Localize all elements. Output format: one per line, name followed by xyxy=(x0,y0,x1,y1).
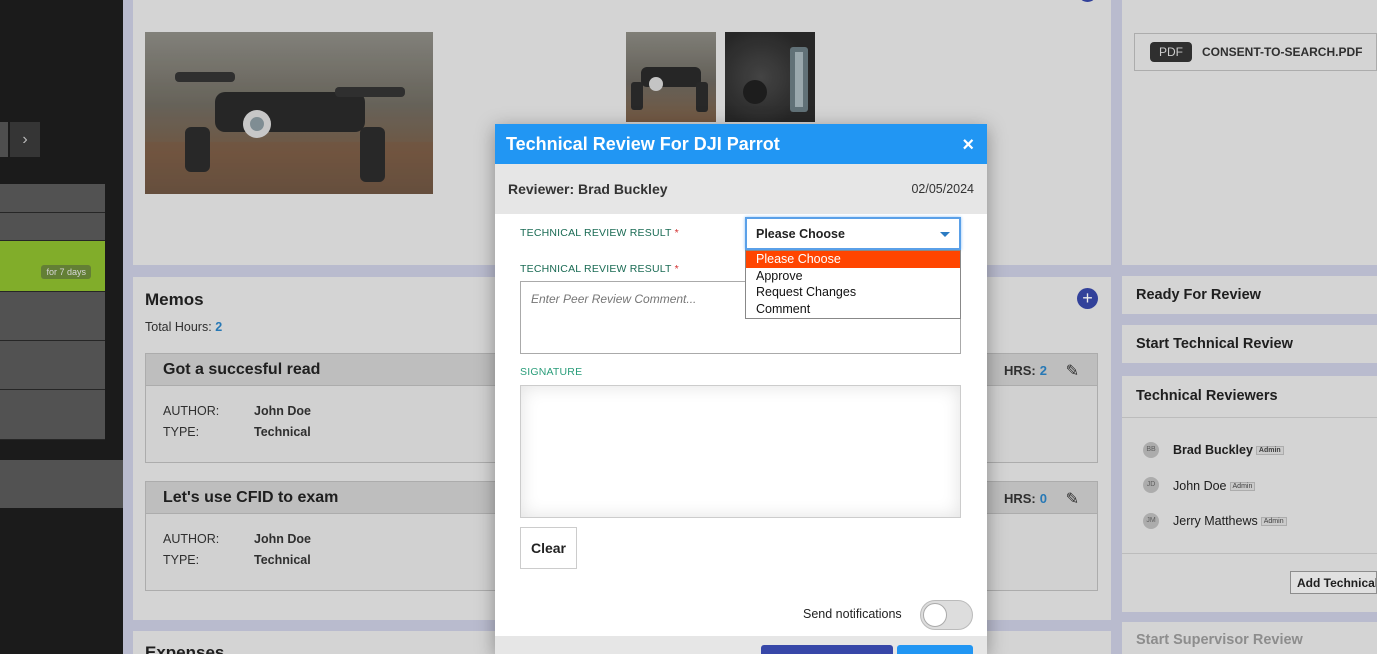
required-mark: * xyxy=(674,227,679,239)
caret-down-icon xyxy=(940,232,950,237)
reviewer-name: Reviewer: Brad Buckley xyxy=(508,181,668,197)
signature-label: SIGNATURE xyxy=(520,366,583,378)
select-value: Please Choose xyxy=(756,227,845,241)
modal-title: Technical Review For DJI Parrot xyxy=(506,134,780,154)
toggle-knob xyxy=(923,603,947,627)
clear-signature-button[interactable]: Clear xyxy=(520,527,577,569)
option-please-choose[interactable]: Please Choose xyxy=(746,251,960,268)
close-icon[interactable]: × xyxy=(962,134,974,156)
result-label-text: TECHNICAL REVIEW RESULT xyxy=(520,227,672,239)
required-mark: * xyxy=(674,263,679,275)
review-result-select[interactable]: Please Choose xyxy=(745,217,961,250)
send-notifications-label: Send notifications xyxy=(803,607,902,621)
send-notifications-toggle[interactable] xyxy=(920,600,973,630)
comment-field-label: TECHNICAL REVIEW RESULT * xyxy=(520,263,679,275)
comment-label-text: TECHNICAL REVIEW RESULT xyxy=(520,263,672,275)
secondary-button[interactable] xyxy=(897,645,973,654)
option-request-changes[interactable]: Request Changes xyxy=(746,284,960,301)
option-approve[interactable]: Approve xyxy=(746,268,960,285)
modal-footer xyxy=(495,636,987,654)
review-result-dropdown: Please Choose Approve Request Changes Co… xyxy=(745,250,961,319)
reviewer-bar: Reviewer: Brad Buckley 02/05/2024 xyxy=(495,164,987,214)
submit-button[interactable] xyxy=(761,645,893,654)
result-field-label: TECHNICAL REVIEW RESULT * xyxy=(520,227,679,239)
modal-header: Technical Review For DJI Parrot × xyxy=(495,124,987,164)
option-comment[interactable]: Comment xyxy=(746,301,960,318)
technical-review-modal: Technical Review For DJI Parrot × Review… xyxy=(495,124,987,654)
review-date: 02/05/2024 xyxy=(911,182,974,196)
signature-pad[interactable] xyxy=(520,385,961,518)
